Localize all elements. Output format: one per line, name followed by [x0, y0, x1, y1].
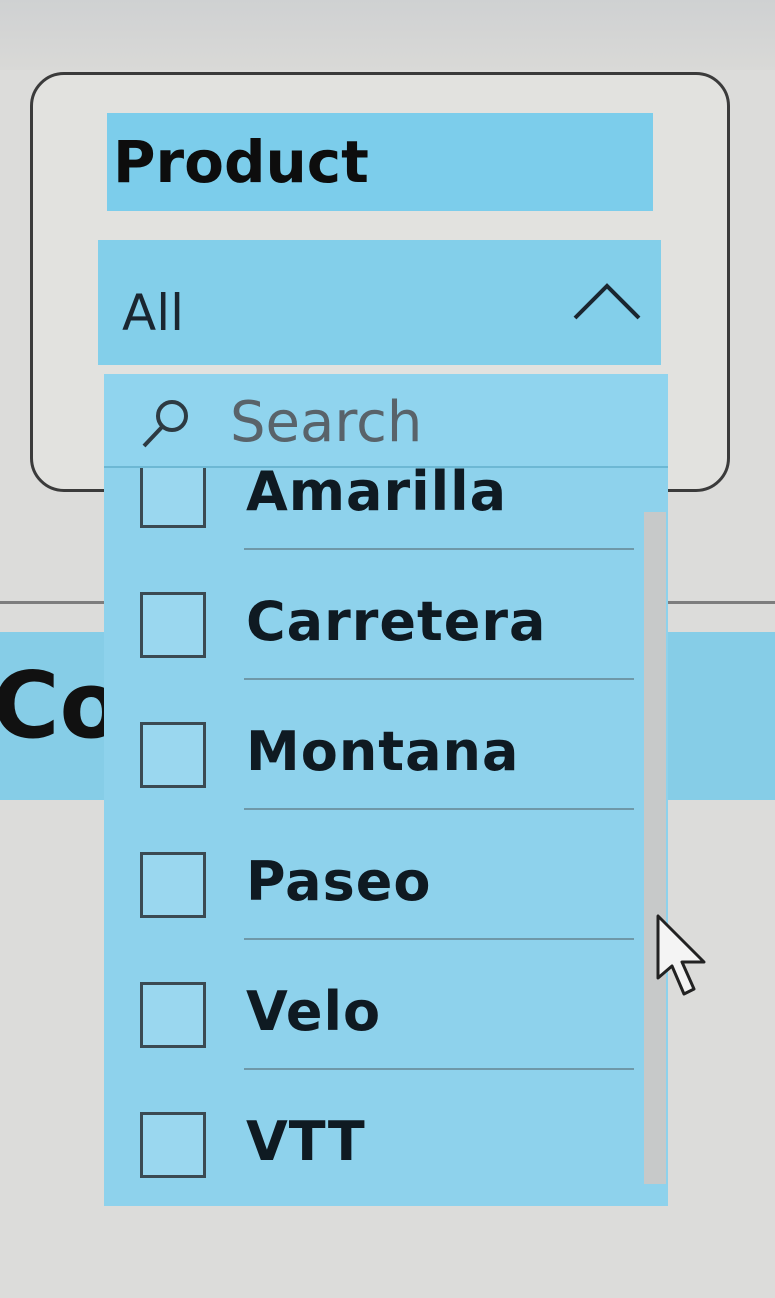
item-checkbox[interactable] — [140, 852, 206, 918]
list-item[interactable]: VTT — [104, 1074, 634, 1188]
slicer-title: Product — [107, 113, 653, 211]
item-divider — [244, 548, 634, 550]
item-checkbox[interactable] — [140, 722, 206, 788]
slicer-dropdown-header[interactable]: All — [98, 240, 661, 365]
item-label: Velo — [246, 980, 382, 1043]
slicer-selected-value: All — [122, 284, 184, 342]
search-input[interactable] — [230, 386, 630, 458]
scrollbar[interactable] — [644, 512, 666, 1184]
item-label: Montana — [246, 720, 520, 783]
item-checkbox[interactable] — [140, 592, 206, 658]
item-divider — [244, 808, 634, 810]
list-item[interactable]: Montana — [104, 684, 634, 814]
item-label: Paseo — [246, 850, 432, 913]
item-divider — [244, 678, 634, 680]
item-label: VTT — [246, 1110, 366, 1173]
search-row — [104, 374, 668, 468]
slicer-dropdown-panel: Amarilla Carretera Montana Paseo Velo — [104, 374, 668, 1206]
item-label: Carretera — [246, 590, 547, 653]
list-item[interactable]: Amarilla — [104, 468, 634, 554]
slicer-list: Amarilla Carretera Montana Paseo Velo VT… — [104, 468, 668, 1188]
background-top — [0, 0, 775, 70]
item-label: Amarilla — [246, 468, 508, 523]
cursor-icon — [656, 914, 706, 996]
search-icon — [142, 400, 188, 448]
item-checkbox[interactable] — [140, 982, 206, 1048]
item-divider — [244, 1068, 634, 1070]
chevron-up-icon[interactable] — [571, 278, 643, 322]
item-divider — [244, 938, 634, 940]
list-item[interactable]: Paseo — [104, 814, 634, 944]
item-checkbox[interactable] — [140, 468, 206, 528]
list-item[interactable]: Carretera — [104, 554, 634, 684]
list-item[interactable]: Velo — [104, 944, 634, 1074]
item-checkbox[interactable] — [140, 1112, 206, 1178]
